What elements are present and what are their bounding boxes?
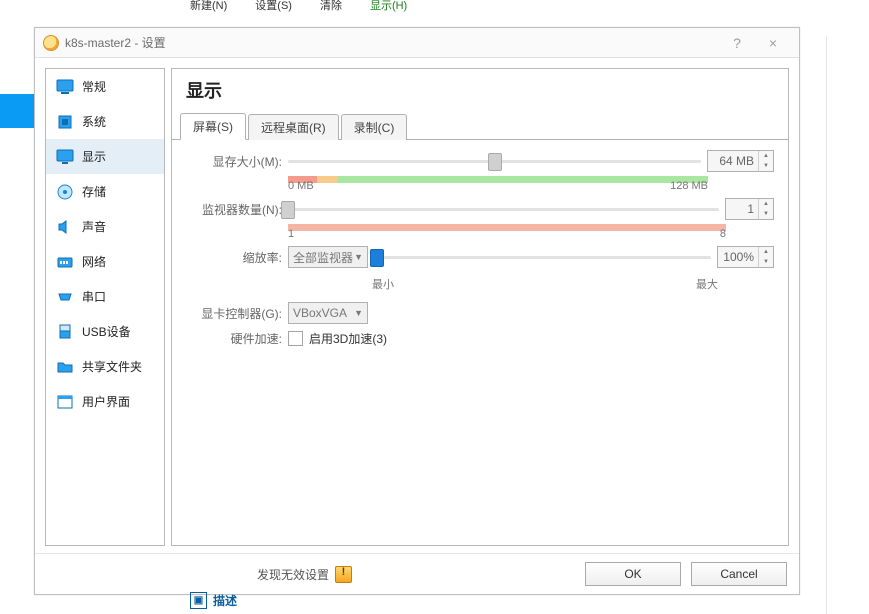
vram-slider[interactable]	[288, 150, 701, 172]
ok-button[interactable]: OK	[585, 562, 681, 586]
monitor-icon	[56, 78, 74, 96]
monitors-label: 监视器数量(N):	[186, 201, 282, 218]
sidebar-item-label: USB设备	[82, 323, 131, 340]
sidebar-item-shared[interactable]: 共享文件夹	[46, 349, 164, 384]
monitors-slider[interactable]	[288, 198, 719, 220]
chevron-down-icon: ▼	[354, 252, 363, 262]
sidebar-item-usb[interactable]: USB设备	[46, 314, 164, 349]
sidebar-item-label: 串口	[82, 288, 106, 305]
ui-icon	[56, 393, 74, 411]
description-icon: ▣	[190, 592, 207, 609]
disk-icon	[56, 183, 74, 201]
sidebar-item-label: 存储	[82, 183, 106, 200]
network-icon	[56, 253, 74, 271]
app-icon	[43, 35, 59, 51]
up-icon[interactable]: ▲	[759, 199, 773, 209]
toolbar-show[interactable]: 显示(H)	[370, 0, 407, 22]
chevron-down-icon: ▼	[354, 308, 363, 318]
tab-record[interactable]: 录制(C)	[341, 114, 408, 140]
up-icon[interactable]: ▲	[759, 247, 773, 257]
sidebar-item-label: 网络	[82, 253, 106, 270]
scale-slider[interactable]	[374, 246, 711, 268]
sidebar-item-label: 声音	[82, 218, 106, 235]
down-icon[interactable]: ▼	[759, 161, 773, 171]
down-icon[interactable]: ▼	[759, 209, 773, 219]
warning-icon	[335, 566, 352, 583]
row-scale: 缩放率: 全部监视器▼ ▲▼	[186, 246, 774, 268]
content-panel: 显示 屏幕(S) 远程桌面(R) 录制(C) 显存大小(M): ▲▼	[171, 68, 789, 546]
folder-icon	[56, 358, 74, 376]
usb-icon	[56, 323, 74, 341]
tab-remote[interactable]: 远程桌面(R)	[248, 114, 339, 140]
up-icon[interactable]: ▲	[759, 151, 773, 161]
scale-monitor-select[interactable]: 全部监视器▼	[288, 246, 368, 268]
monitors-spinner[interactable]: ▲▼	[725, 198, 774, 220]
row-monitors: 监视器数量(N): ▲▼	[186, 198, 774, 220]
background-selection	[0, 94, 34, 128]
close-button[interactable]: ×	[755, 28, 791, 57]
row-vram: 显存大小(M): ▲▼	[186, 150, 774, 172]
background-toolbar: 新建(N) 设置(S) 清除 显示(H)	[190, 0, 407, 22]
cancel-button[interactable]: Cancel	[691, 562, 787, 586]
titlebar: k8s-master2 - 设置 ? ×	[35, 28, 799, 58]
monitors-value[interactable]	[726, 202, 758, 216]
accel-3d-checkbox[interactable]	[288, 331, 303, 346]
vram-label: 显存大小(M):	[186, 153, 282, 170]
window-title: k8s-master2 - 设置	[65, 34, 166, 51]
display-icon	[56, 148, 74, 166]
toolbar-clear[interactable]: 清除	[320, 0, 342, 22]
vram-indicator: 0 MB 128 MB	[288, 176, 708, 192]
gpu-select[interactable]: VBoxVGA▼	[288, 302, 368, 324]
toolbar-new[interactable]: 新建(N)	[190, 0, 227, 22]
sidebar-item-audio[interactable]: 声音	[46, 209, 164, 244]
scale-label: 缩放率:	[186, 249, 282, 266]
chip-icon	[56, 113, 74, 131]
sidebar-item-display[interactable]: 显示	[46, 139, 164, 174]
sidebar-item-ui[interactable]: 用户界面	[46, 384, 164, 419]
scale-tick-labels: 最小 最大	[372, 272, 718, 288]
settings-dialog: k8s-master2 - 设置 ? × 常规 系统 显示 存储	[34, 27, 800, 595]
tab-screen[interactable]: 屏幕(S)	[180, 113, 246, 140]
row-gpu: 显卡控制器(G): VBoxVGA▼	[186, 302, 774, 324]
background-description-header[interactable]: ▣ 描述	[190, 592, 237, 609]
tabs: 屏幕(S) 远程桌面(R) 录制(C)	[172, 113, 788, 140]
sidebar-item-label: 常规	[82, 78, 106, 95]
scale-spinner[interactable]: ▲▼	[717, 246, 774, 268]
toolbar-settings[interactable]: 设置(S)	[255, 0, 292, 22]
accel-label: 硬件加速:	[186, 330, 282, 347]
serial-icon	[56, 288, 74, 306]
speaker-icon	[56, 218, 74, 236]
down-icon[interactable]: ▼	[759, 257, 773, 267]
sidebar-item-label: 共享文件夹	[82, 358, 142, 375]
page-title: 显示	[172, 69, 788, 113]
accel-3d-label: 启用3D加速(3)	[309, 330, 387, 347]
vram-spinner[interactable]: ▲▼	[707, 150, 774, 172]
bg-separator	[826, 36, 827, 614]
invalid-settings-warning[interactable]: 发现无效设置	[257, 566, 352, 583]
sidebar-item-label: 系统	[82, 113, 106, 130]
gpu-label: 显卡控制器(G):	[186, 305, 282, 322]
vram-value[interactable]	[708, 154, 758, 168]
sidebar-item-system[interactable]: 系统	[46, 104, 164, 139]
category-sidebar: 常规 系统 显示 存储 声音 网络	[45, 68, 165, 546]
sidebar-item-label: 显示	[82, 148, 106, 165]
row-accel: 硬件加速: 启用3D加速(3)	[186, 330, 774, 347]
sidebar-item-label: 用户界面	[82, 393, 130, 410]
monitors-indicator: 1 8	[288, 224, 726, 240]
sidebar-item-network[interactable]: 网络	[46, 244, 164, 279]
help-button[interactable]: ?	[719, 28, 755, 57]
sidebar-item-storage[interactable]: 存储	[46, 174, 164, 209]
sidebar-item-serial[interactable]: 串口	[46, 279, 164, 314]
form: 显存大小(M): ▲▼ 0	[172, 140, 788, 361]
scale-value[interactable]	[718, 250, 758, 264]
sidebar-item-general[interactable]: 常规	[46, 69, 164, 104]
dialog-footer: 发现无效设置 OK Cancel	[35, 553, 799, 594]
